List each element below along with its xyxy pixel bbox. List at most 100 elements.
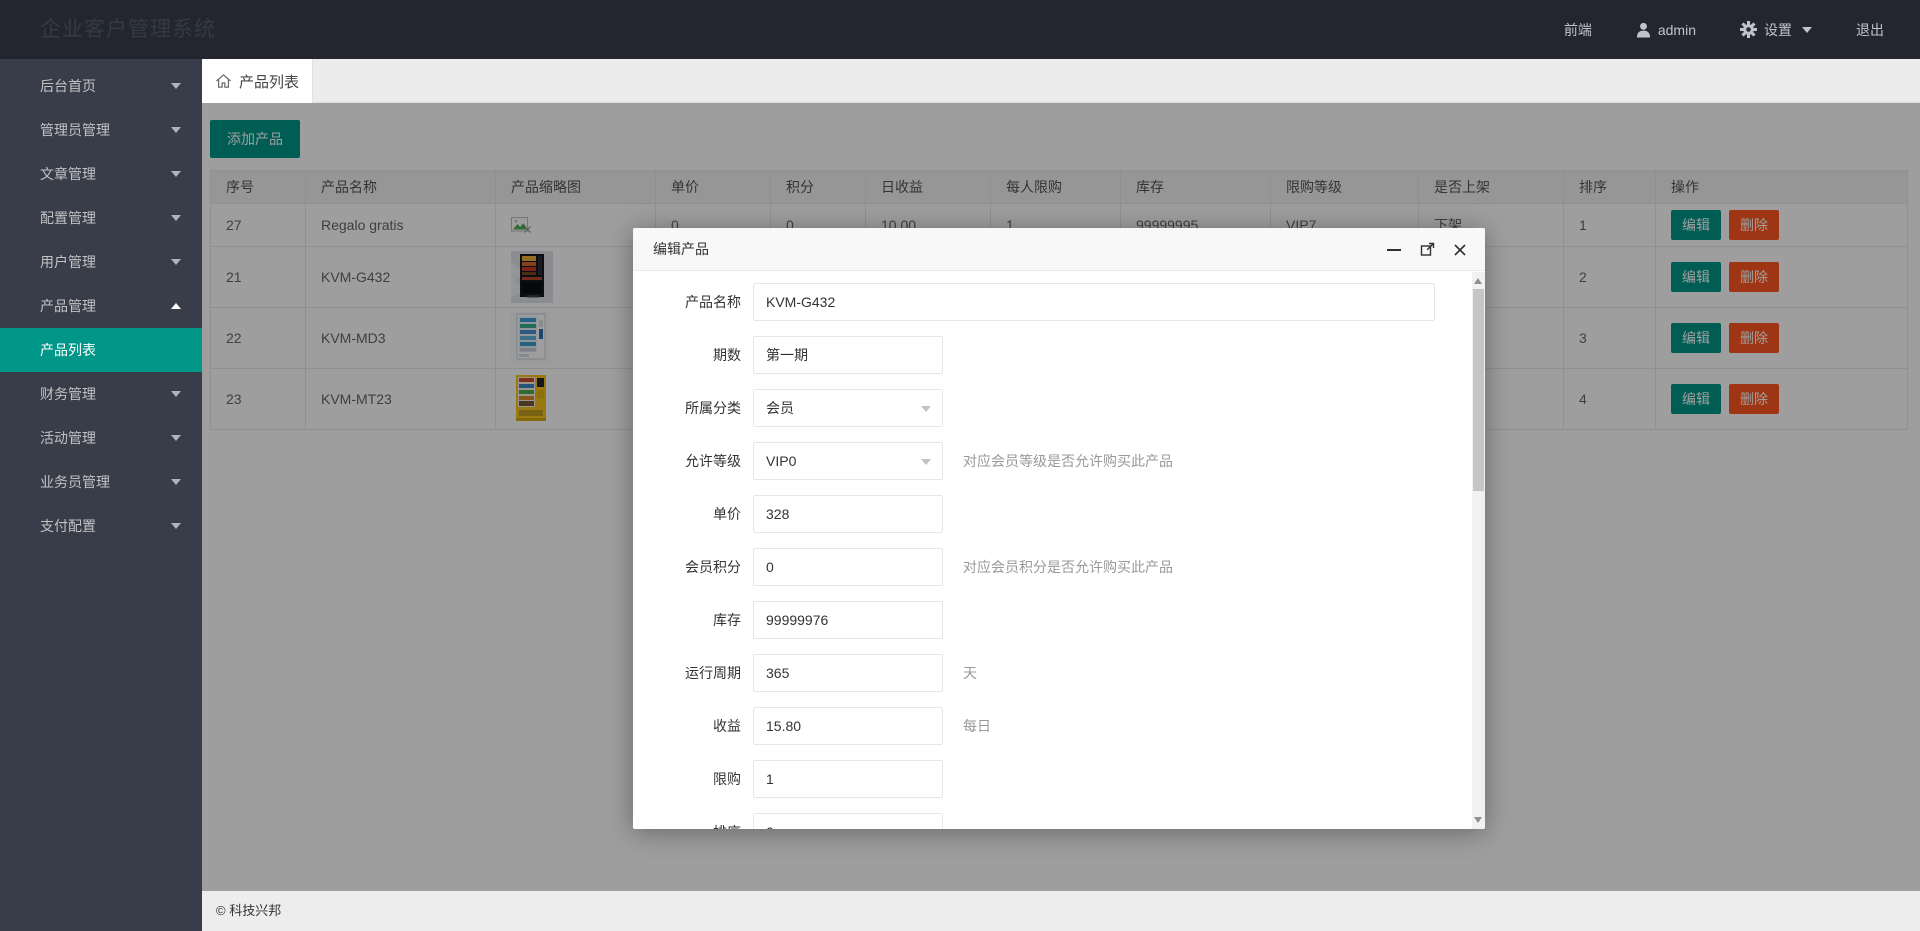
run-cycle-input[interactable] (753, 654, 943, 692)
sidebar-item-finance-manage[interactable]: 财务管理 (0, 372, 202, 416)
category-select[interactable]: 会员 (753, 389, 943, 427)
chevron-down-icon (171, 171, 181, 177)
nav-logout-label: 退出 (1856, 20, 1884, 40)
copyright-text: © 科技兴邦 (216, 903, 281, 918)
member-points-input[interactable] (753, 548, 943, 586)
caret-down-icon (1802, 27, 1812, 33)
field-hint-member-points: 对应会员积分是否允许购买此产品 (963, 548, 1173, 586)
sidebar-item-label: 产品管理 (40, 298, 96, 314)
allow-level-select[interactable]: VIP0 (753, 442, 943, 480)
sidebar-item-article-manage[interactable]: 文章管理 (0, 152, 202, 196)
chevron-down-icon (171, 259, 181, 265)
product-name-input[interactable] (753, 283, 1435, 321)
profit-input[interactable] (753, 707, 943, 745)
sidebar-item-home[interactable]: 后台首页 (0, 64, 202, 108)
form-row-run-cycle: 运行周期 天 (633, 654, 1472, 692)
nav-username: admin (1658, 22, 1696, 38)
dialog-title: 编辑产品 (653, 241, 709, 257)
field-label-run-cycle: 运行周期 (633, 654, 753, 692)
sidebar-item-salesman-manage[interactable]: 业务员管理 (0, 460, 202, 504)
selected-value: 会员 (766, 400, 794, 416)
navbar-menu: 前端 admin (1564, 0, 1884, 59)
sort-input[interactable] (753, 813, 943, 829)
nav-frontend-label: 前端 (1564, 20, 1592, 40)
chevron-down-icon (171, 83, 181, 89)
sidebar-item-product-list[interactable]: 产品列表 (0, 328, 202, 372)
chevron-up-icon (171, 303, 181, 309)
user-icon (1636, 22, 1651, 38)
sidebar-item-user-manage[interactable]: 用户管理 (0, 240, 202, 284)
form-row-purchase-limit: 限购 (633, 760, 1472, 798)
chevron-down-icon (171, 127, 181, 133)
field-label-unit-price: 单价 (633, 495, 753, 533)
chevron-down-icon (171, 523, 181, 529)
sidebar-item-payment-config[interactable]: 支付配置 (0, 504, 202, 548)
form-row-sort: 排序 (633, 813, 1472, 829)
chevron-down-icon (171, 391, 181, 397)
form-row-allow-level: 允许等级 VIP0 对应会员等级是否允许购买此产品 (633, 442, 1472, 480)
sidebar-item-config-manage[interactable]: 配置管理 (0, 196, 202, 240)
field-hint-allow-level: 对应会员等级是否允许购买此产品 (963, 442, 1173, 480)
sidebar-item-label: 财务管理 (40, 386, 96, 402)
footer: © 科技兴邦 (202, 891, 1920, 931)
field-suffix-profit: 每日 (963, 707, 991, 745)
purchase-limit-input[interactable] (753, 760, 943, 798)
form-row-product-name: 产品名称 (633, 283, 1472, 321)
dialog-form: 产品名称期数所属分类会员允许等级 VIP0 对应会员等级是否允许购买此产品单价会员积… (633, 272, 1472, 829)
minimize-icon[interactable] (1385, 241, 1403, 259)
top-navbar: 企业客户管理系统 前端 admin (0, 0, 1920, 59)
chevron-down-icon (171, 435, 181, 441)
nav-frontend-link[interactable]: 前端 (1564, 20, 1592, 40)
form-row-profit: 收益 每日 (633, 707, 1472, 745)
form-row-member-points: 会员积分 对应会员积分是否允许购买此产品 (633, 548, 1472, 586)
field-label-stock: 库存 (633, 601, 753, 639)
form-row-stock: 库存 (633, 601, 1472, 639)
sidebar-item-label: 管理员管理 (40, 122, 110, 138)
unit-price-input[interactable] (753, 495, 943, 533)
nav-logout[interactable]: 退出 (1856, 20, 1884, 40)
home-icon (215, 73, 232, 89)
sidebar-item-label: 配置管理 (40, 210, 96, 226)
form-row-period: 期数 (633, 336, 1472, 374)
dialog-controls (1385, 228, 1469, 271)
sidebar-item-label: 后台首页 (40, 78, 96, 94)
sidebar-item-label: 产品列表 (40, 342, 96, 358)
chevron-down-icon (171, 479, 181, 485)
field-suffix-run-cycle: 天 (963, 654, 977, 692)
tab-product-list[interactable]: 产品列表 (202, 59, 313, 103)
scroll-down-icon[interactable] (1474, 817, 1482, 823)
maximize-icon[interactable] (1418, 241, 1436, 259)
period-input[interactable] (753, 336, 943, 374)
nav-settings[interactable]: 设置 (1740, 20, 1812, 40)
tab-label: 产品列表 (239, 71, 299, 92)
field-label-allow-level: 允许等级 (633, 442, 753, 480)
edit-product-dialog: 编辑产品 产品名称期数所属分类会员允许等级 VIP0 对应会员等级是否允许购买此产品… (633, 228, 1485, 829)
dialog-scrollbar[interactable] (1472, 272, 1485, 829)
scrollbar-thumb[interactable] (1473, 289, 1484, 491)
sidebar-item-label: 用户管理 (40, 254, 96, 270)
field-label-sort: 排序 (633, 813, 753, 829)
field-label-period: 期数 (633, 336, 753, 374)
app-logo: 企业客户管理系统 (40, 0, 216, 59)
dialog-titlebar: 编辑产品 (633, 228, 1485, 271)
close-icon[interactable] (1451, 241, 1469, 259)
chevron-down-icon (171, 215, 181, 221)
sidebar-item-product-manage[interactable]: 产品管理 (0, 284, 202, 328)
sidebar-item-label: 业务员管理 (40, 474, 110, 490)
sidebar-item-admin-manage[interactable]: 管理员管理 (0, 108, 202, 152)
nav-user[interactable]: admin (1636, 22, 1696, 38)
chevron-down-icon (921, 406, 931, 412)
field-label-profit: 收益 (633, 707, 753, 745)
field-label-member-points: 会员积分 (633, 548, 753, 586)
nav-settings-label: 设置 (1764, 20, 1792, 40)
form-row-unit-price: 单价 (633, 495, 1472, 533)
scroll-up-icon[interactable] (1474, 278, 1482, 284)
chevron-down-icon (921, 459, 931, 465)
sidebar-item-label: 文章管理 (40, 166, 96, 182)
field-label-category: 所属分类 (633, 389, 753, 427)
selected-value: VIP0 (766, 453, 796, 469)
sidebar-item-activity-manage[interactable]: 活动管理 (0, 416, 202, 460)
gear-icon (1740, 21, 1757, 38)
sidebar: 后台首页管理员管理文章管理配置管理用户管理产品管理产品列表财务管理活动管理业务员… (0, 59, 202, 931)
stock-input[interactable] (753, 601, 943, 639)
